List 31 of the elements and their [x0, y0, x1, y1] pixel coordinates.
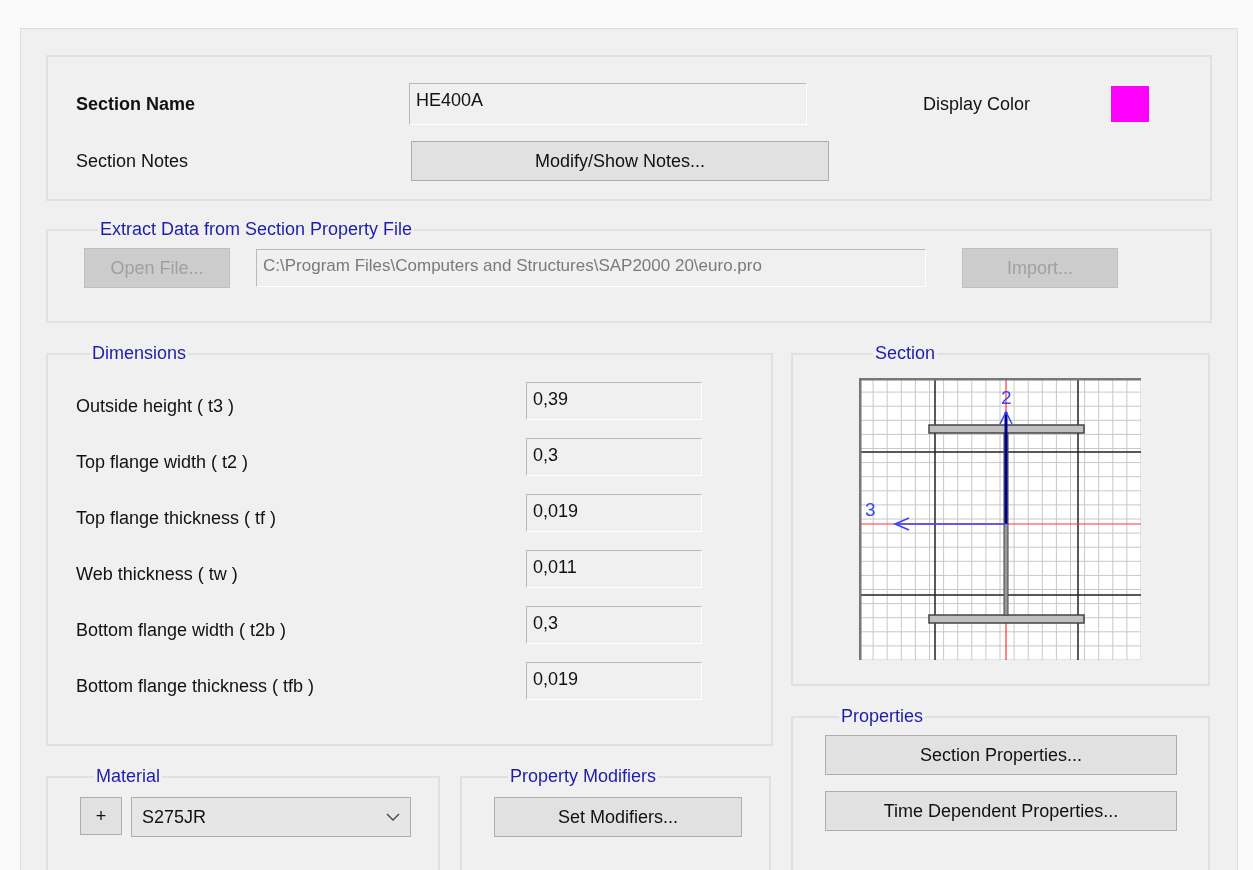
- field-label: Section Notes: [76, 150, 190, 172]
- dimension-label: Top flange width ( t2 ): [76, 451, 250, 473]
- field-label: Section Name: [76, 93, 197, 115]
- notes-button[interactable]: Modify/Show Notes...: [411, 141, 829, 181]
- dimension-field[interactable]: 0,3: [526, 606, 702, 644]
- properties-button[interactable]: Section Properties...: [825, 735, 1177, 775]
- dimension-field[interactable]: 0,019: [526, 494, 702, 532]
- field-label: Display Color: [923, 93, 1032, 115]
- dimension-field[interactable]: 0,011: [526, 550, 702, 588]
- section-name-field[interactable]: HE400A: [409, 83, 807, 125]
- group-title: Dimensions: [91, 343, 188, 364]
- dimension-label: Bottom flange width ( t2b ): [76, 619, 288, 641]
- group-title: Section: [874, 343, 937, 364]
- dimension-label: Bottom flange thickness ( tfb ): [76, 675, 316, 697]
- set-modifiers-button[interactable]: Set Modifiers...: [494, 797, 742, 837]
- add-button[interactable]: +: [80, 797, 122, 835]
- color-swatch[interactable]: [1111, 86, 1149, 122]
- group-title: Material: [95, 766, 162, 787]
- dimension-label: Web thickness ( tw ): [76, 563, 239, 585]
- chevron-down-icon: [386, 813, 400, 821]
- properties-button[interactable]: Time Dependent Properties...: [825, 791, 1177, 831]
- dimension-label: Top flange thickness ( tf ): [76, 507, 278, 529]
- material-dropdown[interactable]: S275JR: [131, 797, 411, 837]
- dimension-label: Outside height ( t3 ): [76, 395, 236, 417]
- dimension-field[interactable]: 0,39: [526, 382, 702, 420]
- axis-label: 3: [865, 499, 876, 520]
- dimension-field[interactable]: 0,3: [526, 438, 702, 476]
- group-title: Properties: [840, 706, 925, 727]
- dimension-field[interactable]: 0,019: [526, 662, 702, 700]
- group-title: Extract Data from Section Property File: [99, 219, 414, 240]
- group-title: Property Modifiers: [509, 766, 658, 787]
